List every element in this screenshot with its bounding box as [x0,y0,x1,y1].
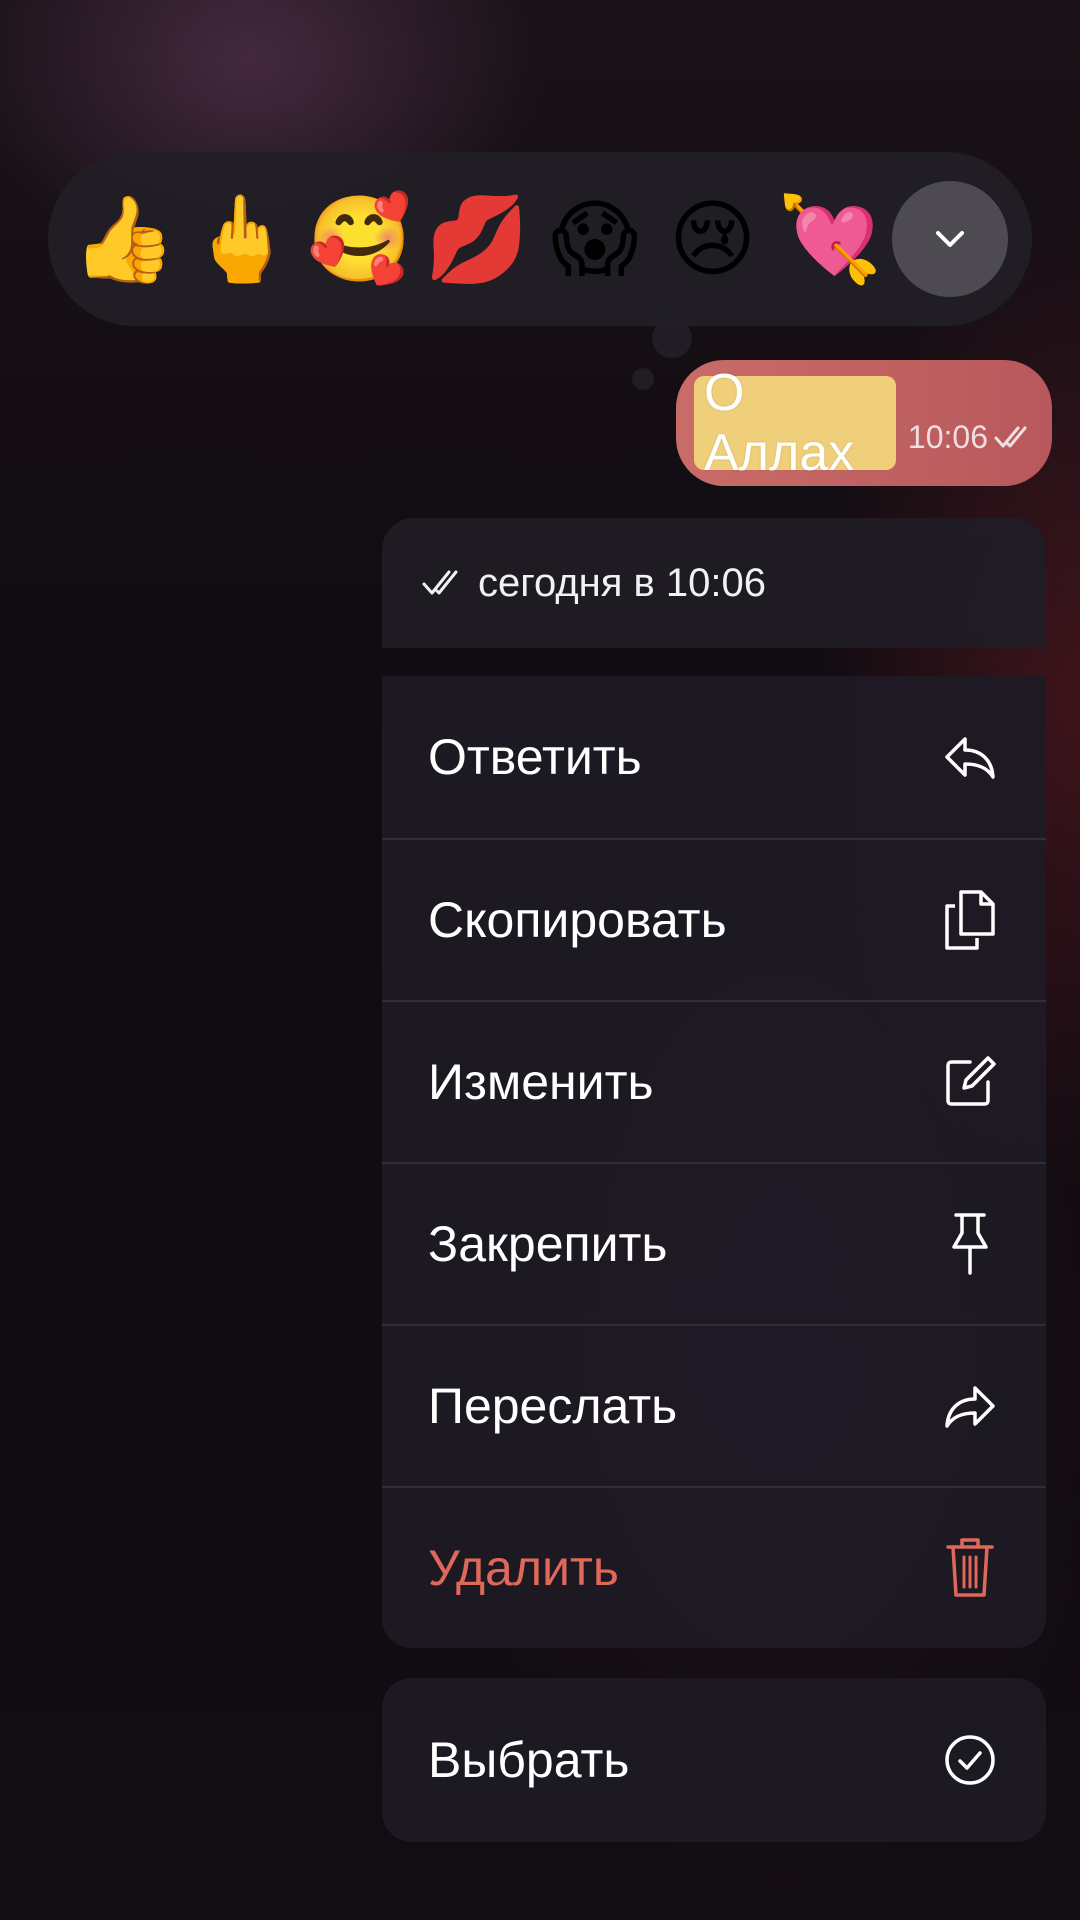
checkmark-circle-icon [942,1732,998,1788]
context-menu: сегодня в 10:06 Ответить Скопировать Изм… [382,518,1046,1842]
reaction-crying-face[interactable]: 😢 [657,183,769,295]
reaction-screaming-face[interactable]: 😱 [539,183,651,295]
expand-reactions-button[interactable] [891,181,1008,297]
menu-item-reply[interactable]: Ответить [382,676,1046,838]
menu-item-select[interactable]: Выбрать [382,1678,1046,1842]
message-text: О Аллах [694,364,896,482]
copy-icon [942,890,998,950]
edit-icon [942,1054,998,1110]
menu-select-group: Выбрать [382,1678,1046,1842]
menu-item-label: Переслать [428,1378,678,1434]
menu-actions-group: Ответить Скопировать Изменить Закрепить … [382,676,1046,1648]
reaction-bar-tail [652,318,692,358]
trash-icon [942,1538,998,1597]
menu-item-delete[interactable]: Удалить [382,1486,1046,1648]
message-bubble[interactable]: О Аллах 10:06 [676,360,1052,486]
menu-item-label: Изменить [428,1054,654,1110]
pin-icon [942,1213,998,1275]
reaction-kiss-mark[interactable]: 💋 [421,183,533,295]
reaction-heart-with-arrow[interactable]: 💘 [774,183,886,295]
double-check-icon [994,426,1027,448]
screen: 👍 🖕 🥰 💋 😱 😢 💘 О Аллах 10:06 сегодня в 10… [0,0,1080,1920]
menu-separator [382,648,1046,676]
menu-item-label: Скопировать [428,892,727,948]
chevron-down-icon [935,231,964,247]
menu-item-label: Ответить [428,729,642,785]
menu-item-forward[interactable]: Переслать [382,1324,1046,1486]
menu-item-label: Удалить [428,1540,619,1596]
reaction-thumbs-up[interactable]: 👍 [68,183,180,295]
menu-item-label: Закрепить [428,1216,668,1272]
menu-item-pin[interactable]: Закрепить [382,1162,1046,1324]
read-timestamp: сегодня в 10:06 [478,560,766,605]
menu-item-copy[interactable]: Скопировать [382,838,1046,1000]
menu-item-label: Выбрать [428,1732,630,1788]
menu-item-edit[interactable]: Изменить [382,1000,1046,1162]
menu-separator [382,1648,1046,1678]
reply-icon [942,729,998,785]
reaction-bar: 👍 🖕 🥰 💋 😱 😢 💘 [48,152,1032,326]
reaction-middle-finger[interactable]: 🖕 [186,183,298,295]
double-check-icon [422,570,458,595]
reaction-smiling-face-with-hearts[interactable]: 🥰 [303,183,415,295]
message-time: 10:06 [907,418,988,455]
reaction-bar-tail-small [632,368,654,390]
forward-icon [942,1378,998,1434]
menu-header: сегодня в 10:06 [382,518,1046,648]
message-meta: 10:06 [908,419,1034,456]
